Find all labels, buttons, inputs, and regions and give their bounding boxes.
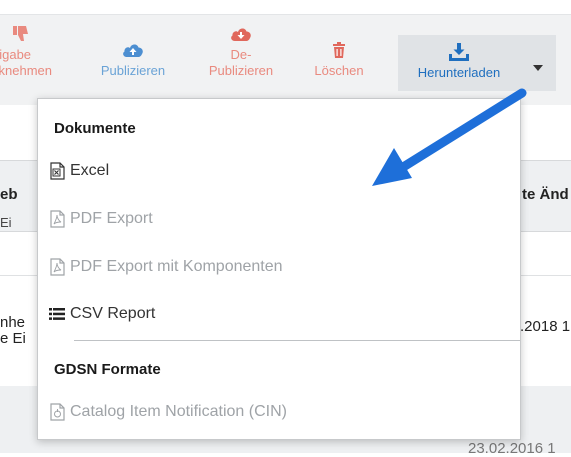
unpublish-line1: De- <box>230 47 252 62</box>
menu-item-label: PDF Export <box>70 210 153 227</box>
download-label: Herunterladen <box>417 65 501 80</box>
menu-divider <box>74 340 520 341</box>
pdf-file-icon <box>48 257 66 277</box>
thumbs-down-icon <box>12 23 30 45</box>
caret-down-icon <box>533 65 543 71</box>
trash-icon <box>332 39 346 61</box>
pdf-file-icon <box>48 209 66 229</box>
publish-label: Publizieren <box>100 63 166 78</box>
cloud-upload-icon <box>122 39 144 61</box>
menu-section-gdsn: GDSN Formate <box>54 361 161 378</box>
row1-date: .2018 1 <box>520 318 571 335</box>
menu-item-label: Excel <box>70 162 110 179</box>
menu-item-label: PDF Export mit Komponenten <box>70 258 283 275</box>
menu-item-csv-report[interactable]: CSV Report <box>48 301 155 327</box>
menu-item-pdf-export[interactable]: PDF Export <box>48 206 153 232</box>
delete-button[interactable]: Löschen <box>300 15 378 105</box>
menu-item-label: CSV Report <box>70 305 156 322</box>
toolbar: eigabe cknehmen Publizieren De- Publizie… <box>0 14 571 105</box>
release-line1: eigabe <box>0 47 32 62</box>
row2-date: 23.02.2016 1 <box>468 440 556 457</box>
publish-button[interactable]: Publizieren <box>88 15 178 105</box>
row1-cell-line1: nhe <box>0 314 26 331</box>
release-line2: cknehmen <box>0 63 52 78</box>
menu-section-documents: Dokumente <box>54 120 136 137</box>
menu-item-pdf-export-components[interactable]: PDF Export mit Komponenten <box>48 254 283 280</box>
download-tray-icon <box>448 41 470 63</box>
menu-item-catalog-item-notification[interactable]: Catalog Item Notification (CIN) <box>48 399 287 425</box>
column-header-last-changed[interactable]: te Änd <box>522 186 569 203</box>
row1-cell-line2: e Ei <box>0 330 26 347</box>
column-subheader-left: Ei <box>0 215 12 230</box>
menu-item-excel[interactable]: Excel <box>48 158 109 184</box>
download-dropdown-menu: Dokumente Excel PDF Export PDF Export mi… <box>37 98 521 440</box>
excel-file-icon <box>48 161 66 181</box>
delete-label: Löschen <box>314 63 364 78</box>
download-dropdown-toggle[interactable] <box>520 35 556 91</box>
download-button[interactable]: Herunterladen <box>398 35 520 91</box>
unpublish-line2: Publizieren <box>208 63 274 78</box>
menu-item-label: Catalog Item Notification (CIN) <box>70 403 287 420</box>
unpublish-button[interactable]: De- Publizieren <box>196 15 286 105</box>
list-icon <box>48 304 66 324</box>
column-header-left: eb <box>0 186 18 203</box>
cloud-download-icon <box>230 23 252 45</box>
xml-file-icon <box>48 402 66 422</box>
release-retract-button[interactable]: eigabe cknehmen <box>0 15 72 105</box>
